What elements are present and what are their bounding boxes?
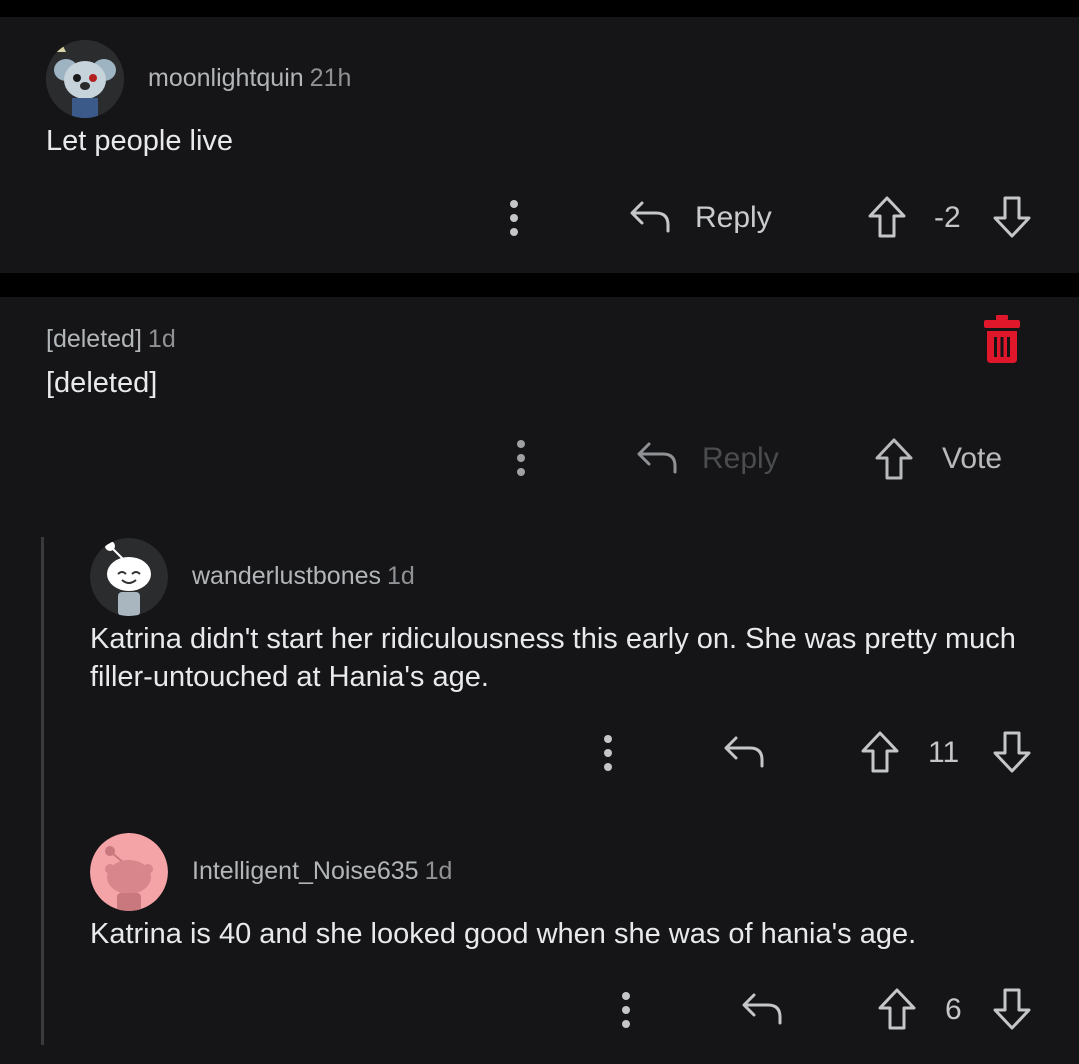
reply-arrow-icon bbox=[635, 438, 679, 478]
comment-body: Let people live bbox=[46, 125, 234, 157]
more-options-icon[interactable] bbox=[509, 200, 519, 236]
upvote-arrow-icon[interactable] bbox=[859, 730, 901, 774]
more-options-icon[interactable] bbox=[603, 735, 613, 771]
comment-author[interactable]: wanderlustbones 1d bbox=[192, 562, 415, 591]
author-name[interactable]: wanderlustbones bbox=[192, 562, 381, 590]
comment-age: 1d bbox=[424, 857, 453, 885]
vote-score: 6 bbox=[945, 993, 962, 1026]
reply-arrow-icon[interactable] bbox=[628, 197, 672, 237]
comment-body: Katrina is 40 and she looked good when s… bbox=[90, 918, 917, 950]
comment-age: 1d bbox=[147, 325, 176, 353]
more-options-icon[interactable] bbox=[621, 992, 631, 1028]
vote-score: 11 bbox=[928, 736, 960, 769]
author-name[interactable]: Intelligent_Noise635 bbox=[192, 857, 419, 885]
upvote-arrow-icon[interactable] bbox=[866, 195, 908, 239]
vote-button[interactable]: Vote bbox=[942, 442, 1002, 476]
thread-line[interactable] bbox=[41, 537, 44, 1045]
vote-score: -2 bbox=[934, 201, 961, 234]
avatar[interactable] bbox=[90, 538, 168, 616]
avatar[interactable] bbox=[46, 40, 124, 118]
comment-author[interactable]: moonlightquin 21h bbox=[148, 64, 351, 93]
comment-age: 1d bbox=[387, 562, 415, 590]
author-name[interactable]: moonlightquin bbox=[148, 64, 304, 92]
trash-icon[interactable] bbox=[984, 315, 1020, 363]
reply-arrow-icon[interactable] bbox=[740, 989, 784, 1029]
reply-button[interactable]: Reply bbox=[695, 201, 772, 235]
author-name: [deleted] bbox=[46, 325, 142, 353]
comment-age: 21h bbox=[309, 64, 352, 92]
downvote-arrow-icon[interactable] bbox=[991, 730, 1033, 774]
downvote-arrow-icon[interactable] bbox=[991, 195, 1033, 239]
comment-author: [deleted] 1d bbox=[46, 325, 176, 354]
reply-arrow-icon[interactable] bbox=[722, 732, 766, 772]
comment-author[interactable]: Intelligent_Noise635 1d bbox=[192, 857, 452, 886]
reply-button: Reply bbox=[702, 442, 779, 475]
upvote-arrow-icon[interactable] bbox=[876, 987, 918, 1031]
comment-thread: moonlightquin 21h Let people live Reply -… bbox=[0, 0, 1079, 1064]
avatar[interactable] bbox=[90, 833, 168, 911]
upvote-arrow-icon[interactable] bbox=[873, 437, 915, 481]
downvote-arrow-icon[interactable] bbox=[991, 987, 1033, 1031]
more-options-icon[interactable] bbox=[516, 440, 526, 476]
comment-body: Katrina didn't start her ridiculousness … bbox=[90, 623, 1016, 693]
comment-body: [deleted] bbox=[46, 367, 158, 399]
